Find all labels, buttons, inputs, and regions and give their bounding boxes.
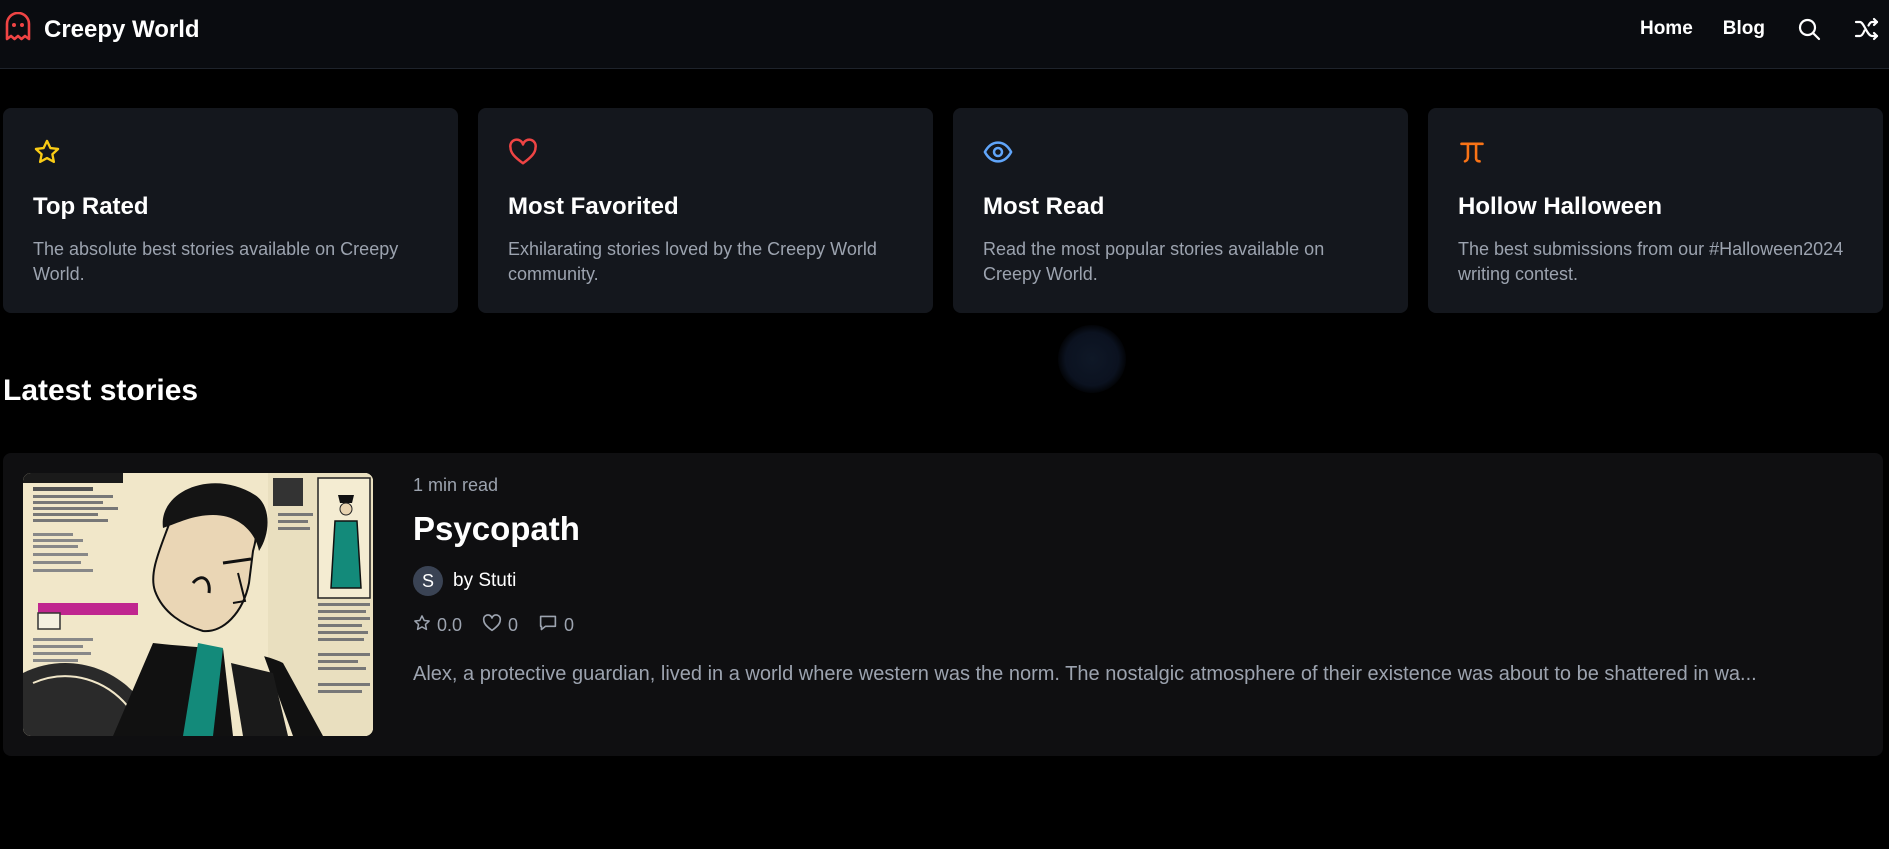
comments-stat: 0	[538, 614, 574, 637]
story-author[interactable]: S by Stuti	[413, 566, 1863, 596]
story-title[interactable]: Psycopath	[413, 510, 1863, 548]
rating-stat: 0.0	[413, 614, 462, 637]
story-card[interactable]: 1 min read Psycopath S by Stuti 0.0 0 0 …	[3, 453, 1883, 756]
card-description: The absolute best stories available on C…	[33, 239, 399, 284]
card-most-read[interactable]: Most Read Read the most popular stories …	[953, 108, 1408, 313]
card-description: The best submissions from our #Halloween…	[1458, 239, 1844, 284]
nav-blog-link[interactable]: Blog	[1723, 18, 1765, 40]
card-hollow-halloween[interactable]: Hollow Halloween The best submissions fr…	[1428, 108, 1883, 313]
nav-home-link[interactable]: Home	[1640, 18, 1693, 40]
top-navbar: Creepy World Home Blog	[0, 0, 1889, 69]
pi-icon	[1458, 142, 1486, 170]
card-description: Read the most popular stories available …	[983, 239, 1325, 284]
star-icon	[33, 139, 61, 170]
story-excerpt: Alex, a protective guardian, lived in a …	[413, 663, 1757, 685]
favorites-count: 0	[508, 615, 519, 635]
comment-icon	[538, 614, 558, 637]
card-title: Top Rated	[33, 193, 149, 220]
story-body: 1 min read Psycopath S by Stuti 0.0 0 0 …	[413, 475, 1863, 686]
heart-icon	[508, 138, 538, 170]
card-title: Hollow Halloween	[1458, 193, 1663, 220]
read-time: 1 min read	[413, 475, 499, 495]
eye-icon	[983, 141, 1013, 170]
brand-home-link[interactable]: Creepy World	[4, 11, 200, 47]
star-outline-icon	[413, 614, 431, 637]
card-title: Most Read	[983, 193, 1105, 220]
shuffle-icon[interactable]	[1853, 14, 1881, 44]
latest-stories-heading: Latest stories	[3, 374, 199, 407]
app-name: Creepy World	[44, 15, 200, 43]
avatar: S	[413, 566, 443, 596]
main-nav: Home Blog	[1640, 14, 1881, 44]
rating-value: 0.0	[437, 615, 463, 635]
card-title: Most Favorited	[508, 193, 679, 220]
story-thumbnail[interactable]	[23, 473, 373, 736]
ghost-icon	[4, 11, 32, 47]
search-icon[interactable]	[1795, 14, 1823, 44]
heart-outline-icon	[482, 614, 502, 637]
favorites-stat: 0	[482, 614, 518, 637]
author-name: by Stuti	[453, 570, 517, 591]
card-top-rated[interactable]: Top Rated The absolute best stories avai…	[3, 108, 458, 313]
card-most-favorited[interactable]: Most Favorited Exhilarating stories love…	[478, 108, 933, 313]
card-description: Exhilarating stories loved by the Creepy…	[508, 239, 877, 284]
background-glow	[1058, 325, 1126, 393]
story-stats: 0.0 0 0	[413, 614, 1863, 637]
comments-count: 0	[564, 615, 575, 635]
